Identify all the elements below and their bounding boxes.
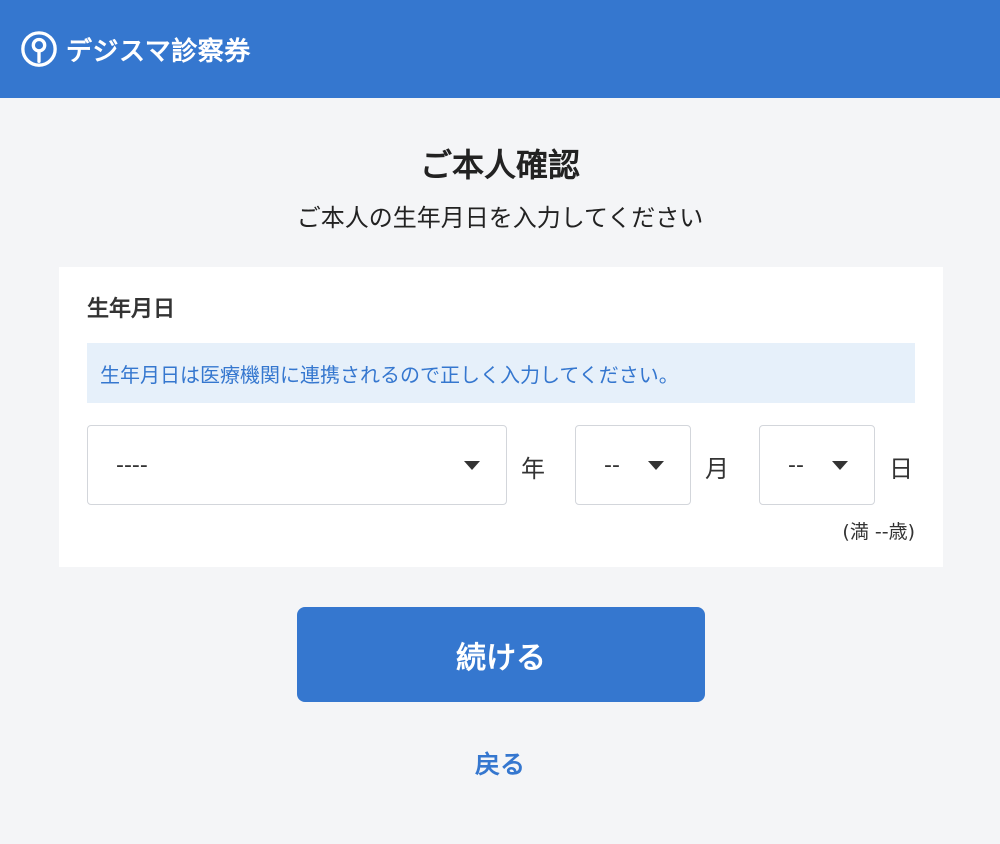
app-header: デジスマ診察券 <box>0 0 1000 98</box>
back-link[interactable]: 戻る <box>0 745 1000 781</box>
page-title: ご本人確認 <box>419 146 580 184</box>
birthdate-notice: 生年月日は医療機関に連携されるので正しく入力してください。 <box>87 343 915 403</box>
birth-day-value: -- <box>788 452 804 478</box>
birth-year-value: ---- <box>116 452 148 478</box>
birth-month-value: -- <box>604 452 620 478</box>
birth-year-select[interactable]: ---- <box>87 425 507 505</box>
birth-day-select[interactable]: -- <box>759 425 875 505</box>
chevron-down-icon <box>464 461 480 470</box>
day-unit-label: 日 <box>889 455 913 483</box>
chevron-down-icon <box>648 461 664 470</box>
continue-button[interactable]: 続ける <box>297 607 705 702</box>
age-display: (満 --歳) <box>842 521 915 543</box>
brand-name: デジスマ診察券 <box>66 36 251 67</box>
page-subtitle: ご本人の生年月日を入力してください <box>296 204 704 232</box>
location-pin-icon <box>21 31 57 67</box>
birthdate-label: 生年月日 <box>87 297 176 322</box>
year-unit-label: 年 <box>521 455 545 483</box>
brand-logo[interactable]: デジスマ診察券 <box>20 30 251 68</box>
birthdate-card: 生年月日 生年月日は医療機関に連携されるので正しく入力してください。 ---- … <box>59 267 943 567</box>
month-unit-label: 月 <box>705 455 729 483</box>
chevron-down-icon <box>832 461 848 470</box>
birth-month-select[interactable]: -- <box>575 425 691 505</box>
